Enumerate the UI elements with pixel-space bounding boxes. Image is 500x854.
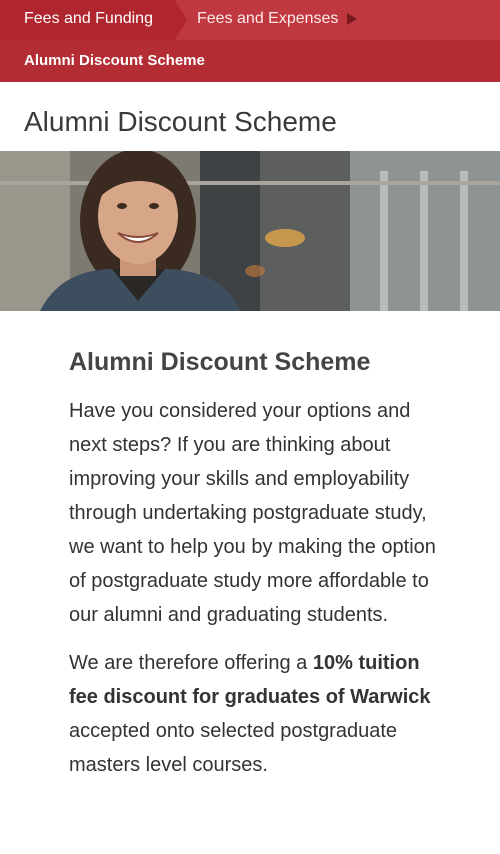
breadcrumb-chevron-shape: [175, 0, 187, 40]
hero-photo-illustration: [0, 151, 500, 311]
breadcrumb-current-page: Alumni Discount Scheme: [24, 52, 205, 69]
article-paragraph-1: Have you considered your options and nex…: [69, 400, 436, 626]
breadcrumb-current-bar: Alumni Discount Scheme: [0, 40, 500, 82]
breadcrumb-trail: Fees and Funding Fees and Expenses: [0, 0, 500, 40]
paragraph-2-prefix: We are therefore offering a: [69, 652, 313, 674]
breadcrumb: Fees and Funding Fees and Expenses Alumn…: [0, 0, 500, 82]
caret-right-icon[interactable]: [347, 13, 357, 25]
article-body: Alumni Discount Scheme Have you consider…: [69, 346, 449, 796]
breadcrumb-item-fees-and-funding[interactable]: Fees and Funding: [0, 0, 175, 40]
breadcrumb-label-fees-and-funding[interactable]: Fees and Funding: [24, 10, 153, 28]
page-title: Alumni Discount Scheme: [24, 106, 337, 137]
article-paragraph-2: We are therefore offering a 10% tuition …: [69, 646, 449, 782]
paragraph-2-suffix: accepted onto selected postgraduate mast…: [69, 720, 398, 776]
article-heading: Alumni Discount Scheme: [69, 348, 371, 376]
hero-image: [0, 151, 500, 311]
breadcrumb-item-fees-and-expenses[interactable]: Fees and Expenses: [197, 10, 338, 28]
